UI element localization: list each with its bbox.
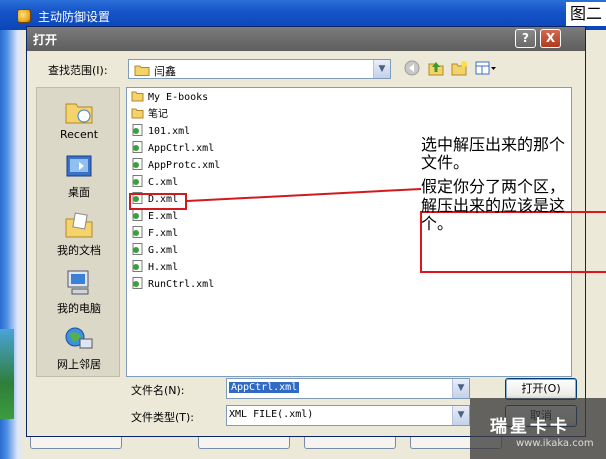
watermark: 瑞星卡卡 www.ikaka.com: [470, 398, 606, 459]
file-name: AppProtc.xml: [148, 160, 221, 171]
xml-file-icon: [132, 226, 143, 238]
xml-file-icon: [132, 124, 143, 136]
xml-file-icon: [132, 277, 143, 289]
my-documents-icon: [65, 212, 93, 238]
filetype-select[interactable]: XML FILE(.xml) ▼: [226, 405, 470, 426]
list-item[interactable]: AppProtc.xml: [131, 158, 220, 173]
folder-icon: [134, 65, 150, 76]
desktop-icon: [66, 155, 92, 177]
up-folder-icon[interactable]: [426, 60, 446, 78]
xml-file-icon: [132, 158, 143, 170]
place-my-computer[interactable]: 我的电脑: [37, 262, 121, 318]
lookin-value: 闫鑫: [154, 65, 176, 78]
filetype-label: 文件类型(T):: [131, 411, 195, 424]
outer-button[interactable]: [30, 437, 122, 449]
annotation-text: 个。: [421, 214, 454, 233]
place-my-documents[interactable]: 我的文档: [37, 204, 121, 260]
place-label: 我的文档: [57, 244, 101, 257]
recent-icon: [65, 103, 93, 124]
back-icon[interactable]: [402, 60, 422, 78]
dialog-titlebar: 打开 ? X: [27, 27, 585, 51]
list-item[interactable]: F.xml: [131, 226, 178, 241]
place-label: 我的电脑: [57, 302, 101, 315]
outer-window-title: 主动防御设置: [38, 10, 111, 24]
file-name: 笔记: [148, 109, 168, 120]
file-name: H.xml: [148, 262, 179, 273]
network-icon: [65, 327, 93, 349]
xml-file-icon: [132, 141, 143, 153]
list-item[interactable]: My E-books: [131, 90, 208, 105]
annotation-text: 选中解压出来的那个: [421, 135, 566, 154]
place-recent[interactable]: Recent: [37, 90, 121, 146]
desktop-background: [0, 30, 22, 459]
new-folder-icon[interactable]: [449, 60, 469, 78]
list-item[interactable]: G.xml: [131, 243, 178, 258]
file-name: E.xml: [148, 211, 179, 222]
xml-file-icon: [132, 209, 143, 221]
file-name: AppCtrl.xml: [148, 143, 215, 154]
place-label: 桌面: [68, 186, 90, 199]
file-list[interactable]: My E-books 笔记 101.xml AppCtrl.xml AppPro…: [126, 87, 606, 377]
watermark-logo-text: 瑞星卡卡: [490, 417, 570, 437]
chevron-down-icon[interactable]: ▼: [452, 379, 469, 398]
annotation-highlight-box: [129, 193, 187, 210]
filename-value: AppCtrl.xml: [229, 382, 300, 393]
watermark-url: www.ikaka.com: [516, 438, 594, 449]
view-menu-icon[interactable]: [474, 60, 498, 78]
place-network[interactable]: 网上邻居: [37, 318, 121, 374]
filename-label: 文件名(N):: [131, 384, 185, 397]
list-item[interactable]: H.xml: [131, 260, 178, 275]
annotation-text: 假定你分了两个区，: [421, 177, 566, 196]
close-button[interactable]: X: [540, 29, 561, 48]
xml-file-icon: [132, 175, 143, 187]
chevron-down-icon[interactable]: ▼: [452, 406, 469, 425]
chevron-down-icon[interactable]: ▼: [373, 60, 390, 78]
annotation-arrow-line: [187, 188, 422, 202]
my-computer-icon: [67, 270, 89, 295]
xml-file-icon: [132, 260, 143, 272]
place-label: Recent: [59, 128, 99, 141]
list-item[interactable]: C.xml: [131, 175, 178, 190]
filetype-value: XML FILE(.xml): [229, 409, 314, 420]
annotation-text: 文件。: [421, 153, 470, 172]
open-button[interactable]: 打开(O): [505, 378, 577, 400]
help-button[interactable]: ?: [515, 29, 536, 48]
list-item[interactable]: RunCtrl.xml: [131, 277, 214, 292]
shield-app-icon: [17, 9, 31, 23]
folder-icon: [131, 108, 144, 119]
annotation-text: 解压出来的应该是这: [421, 196, 566, 215]
file-name: F.xml: [148, 228, 179, 239]
list-item[interactable]: AppCtrl.xml: [131, 141, 214, 156]
place-desktop[interactable]: 桌面: [37, 146, 121, 202]
file-name: My E-books: [148, 92, 209, 103]
xml-file-icon: [132, 243, 143, 255]
lookin-combo[interactable]: 闫鑫 ▼: [128, 59, 391, 79]
list-item[interactable]: E.xml: [131, 209, 178, 224]
figure-tag: 图二: [566, 2, 606, 26]
filename-field[interactable]: AppCtrl.xml ▼: [226, 378, 470, 399]
places-bar: Recent 桌面 我的文档 我的电脑 网上邻居: [36, 87, 120, 377]
lookin-label: 查找范围(I):: [48, 64, 108, 77]
outer-button[interactable]: [198, 437, 290, 449]
place-label: 网上邻居: [57, 358, 101, 371]
file-name: G.xml: [148, 245, 179, 256]
dialog-title: 打开: [33, 33, 58, 47]
folder-icon: [131, 91, 144, 102]
file-name: RunCtrl.xml: [148, 279, 215, 290]
outer-button[interactable]: [304, 437, 396, 449]
list-item[interactable]: 101.xml: [131, 124, 190, 139]
open-dialog: 打开 ? X 查找范围(I): 闫鑫 ▼ Recent 桌面 我的文档 我的电脑…: [26, 26, 606, 437]
file-name: C.xml: [148, 177, 179, 188]
file-name: 101.xml: [148, 126, 191, 137]
list-item[interactable]: 笔记: [131, 107, 168, 122]
